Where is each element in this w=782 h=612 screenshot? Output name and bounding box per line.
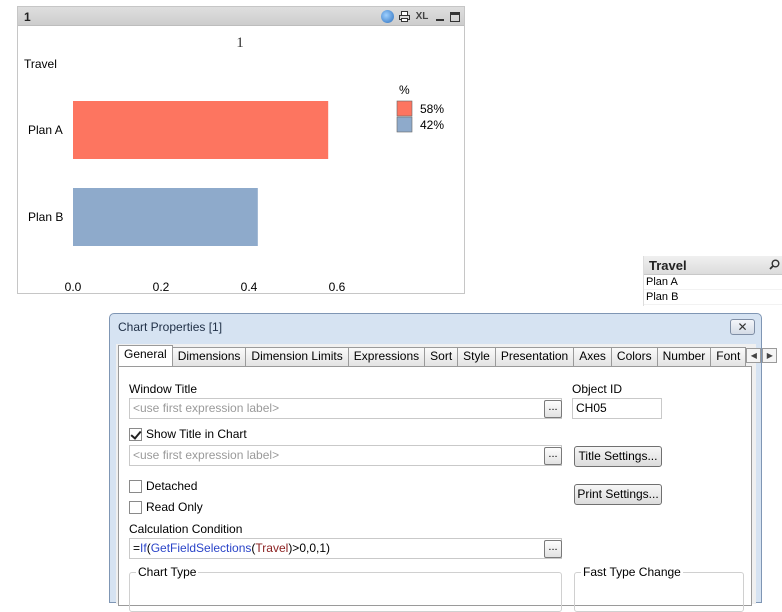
chart-caption-bar[interactable]: 1 XL	[18, 7, 464, 26]
listbox-caption[interactable]: Travel	[644, 256, 782, 275]
legend-swatch[interactable]	[396, 100, 413, 117]
legend: % 58% 42%	[396, 83, 444, 133]
bar-chart: 1 Travel Plan A Plan B 0.0 0.2 0.4 0.6 % 58% 42…	[24, 35, 444, 294]
list-item[interactable]: Plan A	[644, 275, 782, 290]
tab-colors[interactable]: Colors	[610, 347, 658, 366]
tab-font[interactable]: Font	[710, 347, 747, 366]
x-tick-label: 0.4	[241, 280, 258, 294]
dimension-label: Travel	[24, 57, 57, 71]
tab-scroll-left-icon[interactable]: ◀	[746, 348, 762, 363]
list-item[interactable]: Plan B	[644, 290, 782, 305]
general-tab-panel: Window Title <use first expression label…	[118, 366, 752, 612]
fast-type-change-label: Fast Type Change	[581, 565, 683, 579]
object-id-input[interactable]: CH05	[572, 398, 662, 419]
legend-label[interactable]: 42%	[420, 118, 444, 132]
search-icon[interactable]	[769, 259, 780, 270]
legend-title: %	[399, 83, 410, 97]
bar-plan-a[interactable]	[73, 101, 329, 159]
legend-label[interactable]: 58%	[420, 102, 444, 116]
caption-icons: XL	[381, 9, 460, 24]
globe-icon[interactable]	[381, 10, 394, 23]
print-settings-button[interactable]: Print Settings...	[574, 484, 662, 505]
category-label[interactable]: Plan A	[28, 123, 63, 137]
category-label[interactable]: Plan B	[28, 210, 63, 224]
calc-condition-input[interactable]: =If(GetFieldSelections(Travel)>0,0,1)	[129, 538, 562, 559]
x-tick-label: 0.0	[65, 280, 82, 294]
chart-type-label: Chart Type	[136, 565, 199, 579]
chart-type-groupbox: Chart Type	[129, 565, 562, 612]
title-settings-button[interactable]: Title Settings...	[574, 446, 662, 467]
bars-layer: Plan A Plan B 0.0 0.2 0.4 0.6	[28, 101, 346, 294]
calc-function-if: If	[140, 541, 147, 555]
read-only-label: Read Only	[146, 500, 203, 514]
close-button[interactable]: ✕	[730, 319, 755, 335]
tab-axes[interactable]: Axes	[573, 347, 612, 366]
calc-suffix: )>0,0,1)	[288, 541, 331, 555]
tab-sort[interactable]: Sort	[424, 347, 459, 366]
print-icon[interactable]	[398, 10, 411, 23]
listbox-title: Travel	[649, 258, 687, 273]
window-title-label: Window Title	[129, 382, 198, 396]
calc-condition-label: Calculation Condition	[129, 522, 243, 536]
tab-dimension-limits[interactable]: Dimension Limits	[245, 347, 349, 366]
tab-scroll-right-icon[interactable]: ▶	[762, 348, 778, 363]
travel-listbox[interactable]: Travel Plan A Plan B	[643, 256, 782, 306]
show-title-ellipsis-button[interactable]: ...	[544, 447, 562, 465]
tab-dimensions[interactable]: Dimensions	[171, 347, 247, 366]
read-only-checkbox[interactable]	[129, 501, 142, 514]
calc-prefix: =	[133, 541, 141, 555]
xl-icon[interactable]: XL	[415, 10, 429, 23]
dialog-title: Chart Properties [1]	[118, 320, 223, 334]
x-tick-label: 0.6	[329, 280, 346, 294]
tab-style[interactable]: Style	[457, 347, 496, 366]
calc-condition-ellipsis-button[interactable]: ...	[544, 540, 562, 558]
dialog-body: General Dimensions Dimension Limits Expr…	[116, 344, 778, 612]
calc-function-getfieldselections: GetFieldSelections	[150, 541, 252, 555]
window-title-ellipsis-button[interactable]: ...	[544, 400, 562, 418]
show-title-label: Show Title in Chart	[146, 427, 247, 441]
chart-window[interactable]: 1 XL 1 Travel Plan A Plan B 0.0 0.2 0.4 0.6 %…	[17, 6, 465, 294]
show-title-input[interactable]: <use first expression label>	[129, 445, 562, 466]
chart-properties-dialog: Chart Properties [1] ✕ General Dimension…	[109, 313, 778, 612]
tab-general[interactable]: General	[118, 345, 173, 366]
detached-checkbox[interactable]	[129, 480, 142, 493]
chart-title: 1	[236, 35, 244, 51]
fast-type-change-groupbox: Fast Type Change	[574, 565, 744, 612]
tab-row: General Dimensions Dimension Limits Expr…	[118, 345, 778, 366]
detached-label: Detached	[146, 479, 198, 493]
calc-field-travel: Travel	[255, 541, 289, 555]
object-id-label: Object ID	[572, 382, 623, 396]
x-tick-label: 0.2	[153, 280, 170, 294]
maximize-icon[interactable]	[450, 11, 460, 22]
tab-expressions[interactable]: Expressions	[347, 347, 426, 366]
window-title-input[interactable]: <use first expression label>	[129, 398, 562, 419]
minimize-icon[interactable]	[433, 10, 446, 23]
chart-caption-title: 1	[24, 10, 31, 24]
legend-swatch[interactable]	[396, 116, 413, 133]
bar-plan-b[interactable]	[73, 188, 258, 246]
tab-presentation[interactable]: Presentation	[494, 347, 575, 366]
show-title-checkbox[interactable]	[129, 428, 142, 441]
tab-number[interactable]: Number	[656, 347, 712, 366]
